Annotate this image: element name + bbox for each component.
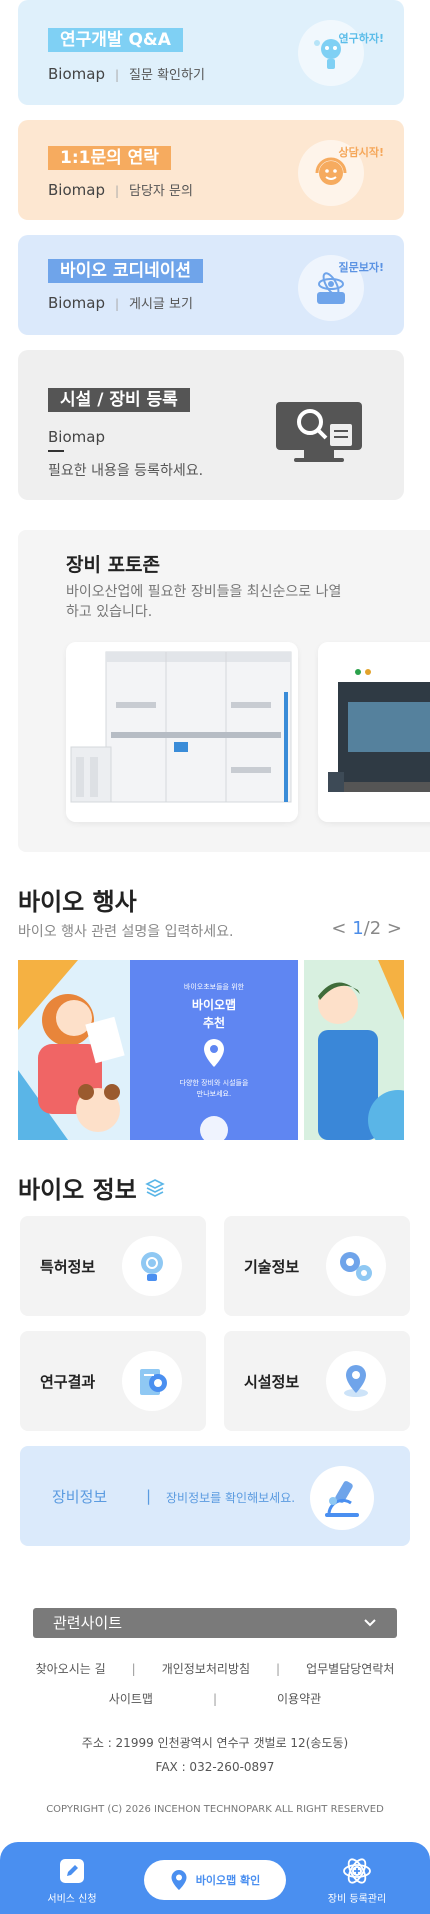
- events-banner-desc-line2: 만나보세요.: [196, 1090, 232, 1098]
- location-pin-icon: [326, 1351, 386, 1411]
- service-subtitle: Biomap | 담당자 문의: [48, 180, 193, 199]
- service-brand: Biomap: [48, 65, 105, 83]
- atom-plus-icon: [342, 1856, 372, 1886]
- divider: |: [212, 1692, 218, 1706]
- events-banner-title-line1: 바이오맵: [191, 998, 237, 1012]
- service-title: 바이오 코디네이션: [48, 259, 204, 283]
- divider: |: [276, 1662, 281, 1676]
- service-title: 1:1문의 연락: [48, 146, 171, 170]
- service-subtitle: Biomap | 질문 확인하기: [48, 64, 205, 83]
- events-pager: < 1/2 >: [331, 918, 402, 939]
- service-card-coordination[interactable]: 바이오 코디네이션 Biomap | 게시글 보기 질문보자!: [18, 235, 404, 335]
- lightbulb-gear-icon: [122, 1236, 182, 1296]
- info-card-label: 특허정보: [40, 1258, 96, 1276]
- divider: |: [146, 1487, 152, 1505]
- service-tag: 상담시작!: [338, 146, 385, 159]
- location-pin-icon: [202, 1038, 226, 1072]
- microscope-icon: [310, 1466, 374, 1530]
- underline: [48, 450, 64, 452]
- events-banner-title-line2: 추천: [202, 1016, 226, 1030]
- info-card-label: 기술정보: [244, 1258, 300, 1276]
- pager-prev-button[interactable]: <: [331, 918, 346, 939]
- service-tag: 질문보자!: [338, 261, 385, 274]
- service-card-facility-registration[interactable]: 시설 / 장비 등록 Biomap 필요한 내용을 등록하세요.: [18, 350, 404, 500]
- service-title: 시설 / 장비 등록: [48, 388, 190, 412]
- gears-icon: [326, 1236, 386, 1296]
- info-card-label: 시설정보: [244, 1373, 300, 1391]
- photozone-title: 장비 포토존: [66, 554, 161, 576]
- footer-copyright: COPYRIGHT (C) 2026 INCEHON TECHNOPARK AL…: [46, 1804, 384, 1815]
- footer-links-row2: 사이트맵 | 이용약관: [0, 1690, 430, 1707]
- equipment-photo-card[interactable]: [66, 642, 298, 822]
- equipment-photo-card[interactable]: [318, 642, 430, 822]
- info-title-text: 바이오 정보: [18, 1176, 137, 1204]
- photozone-desc: 바이오산업에 필요한 장비들을 최신순으로 나열하고 있습니다.: [66, 584, 342, 620]
- events-banner-small: 바이오초보들을 위한: [183, 983, 245, 991]
- nav-label: 서비스 신청: [47, 1894, 97, 1905]
- service-tag: 연구하자!: [338, 32, 385, 45]
- service-subtitle: Biomap | 게시글 보기: [48, 293, 193, 312]
- equipment-photozone: 장비 포토존 바이오산업에 필요한 장비들을 최신순으로 나열하고 있습니다.: [18, 530, 430, 852]
- service-desc: 담당자 문의: [129, 184, 193, 199]
- service-brand: Biomap: [48, 181, 105, 199]
- chevron-down-icon: [363, 1608, 377, 1648]
- footer-link-directions[interactable]: 찾아오시는 길: [36, 1662, 106, 1676]
- research-result-icon: [122, 1351, 182, 1411]
- events-title: 바이오 행사: [18, 888, 137, 916]
- edit-icon: [57, 1856, 87, 1886]
- location-pin-icon: [171, 1870, 187, 1890]
- events-desc: 바이오 행사 관련 설명을 입력하세요.: [18, 924, 234, 940]
- footer-links-row1: 찾아오시는 길 | 개인정보처리방침 | 업무별담당연락처: [0, 1660, 430, 1677]
- page: 연구개발 Q&A Biomap | 질문 확인하기 연구하자! 1:1문의 연락 B…: [0, 0, 430, 1914]
- footer-address: 주소 : 21999 인천광역시 연수구 갯벌로 12(송도동): [81, 1736, 349, 1750]
- service-desc: 게시글 보기: [129, 297, 193, 312]
- info-card-equipment[interactable]: 장비정보 | 장비정보를 확인해보세요.: [20, 1446, 410, 1546]
- service-card-contact[interactable]: 1:1문의 연락 Biomap | 담당자 문의 상담시작!: [18, 120, 404, 220]
- divider: |: [114, 68, 120, 82]
- info-card-tech[interactable]: 기술정보: [224, 1216, 410, 1316]
- footer-link-sitemap[interactable]: 사이트맵: [109, 1692, 153, 1706]
- info-card-facility[interactable]: 시설정보: [224, 1331, 410, 1431]
- service-title: 연구개발 Q&A: [48, 28, 183, 52]
- pager-next-button[interactable]: >: [387, 918, 402, 939]
- divider: |: [131, 1662, 136, 1676]
- service-brand: Biomap: [48, 294, 105, 312]
- info-card-research[interactable]: 연구결과: [20, 1331, 206, 1431]
- pager-current: 1: [352, 918, 364, 939]
- equipment-image: [66, 642, 298, 822]
- equip-label: 장비정보: [52, 1488, 108, 1506]
- info-card-label: 연구결과: [40, 1373, 96, 1391]
- nav-label: 바이오맵 확인: [195, 1874, 261, 1887]
- info-card-patent[interactable]: 특허정보: [20, 1216, 206, 1316]
- service-desc: 질문 확인하기: [129, 68, 205, 83]
- pager-total: 2: [369, 918, 382, 939]
- layers-icon: [144, 1178, 165, 1197]
- footer-link-contacts[interactable]: 업무별담당연락처: [306, 1662, 394, 1676]
- service-desc: 필요한 내용을 등록하세요.: [48, 463, 204, 479]
- divider: |: [114, 297, 120, 311]
- nav-equipment-management[interactable]: 장비 등록관리: [320, 1856, 394, 1905]
- info-section-title: 바이오 정보: [18, 1170, 165, 1205]
- nav-service-apply[interactable]: 서비스 신청: [40, 1856, 104, 1905]
- equipment-image: [318, 642, 430, 822]
- service-card-qa[interactable]: 연구개발 Q&A Biomap | 질문 확인하기 연구하자!: [18, 0, 404, 105]
- related-sites-dropdown[interactable]: 관련사이트: [33, 1608, 397, 1638]
- footer-fax: FAX : 032-260-0897: [155, 1760, 275, 1774]
- service-brand: Biomap: [48, 428, 105, 446]
- events-banner-desc-line1: 다양한 장비와 시설들을: [179, 1079, 249, 1087]
- divider: |: [114, 184, 120, 198]
- monitor-search-icon: [274, 400, 364, 468]
- events-banner[interactable]: 바이오초보들을 위한 바이오맵 추천 다양한 장비와 시설들을 만나보세요.: [18, 960, 404, 1140]
- bottom-navigation: 서비스 신청 바이오맵 확인 장비 등록관리: [0, 1842, 430, 1914]
- nav-biomap-check-button[interactable]: 바이오맵 확인: [144, 1860, 286, 1900]
- footer-link-terms[interactable]: 이용약관: [277, 1692, 321, 1706]
- footer-link-privacy[interactable]: 개인정보처리방침: [162, 1662, 250, 1676]
- nav-label: 장비 등록관리: [327, 1894, 387, 1905]
- equip-desc: 장비정보를 확인해보세요.: [166, 1491, 296, 1505]
- related-sites-label: 관련사이트: [53, 1614, 123, 1632]
